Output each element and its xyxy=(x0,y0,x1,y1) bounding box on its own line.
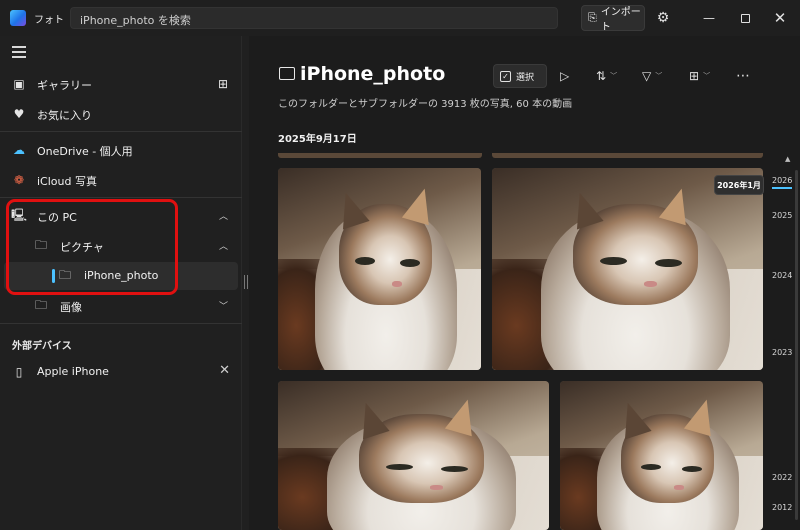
external-devices-heading: 外部デバイス xyxy=(12,341,72,352)
sidebar-item-label: Apple iPhone xyxy=(37,365,109,378)
import-icon: ⎘ xyxy=(588,11,597,24)
sidebar-item-onedrive[interactable]: ☁ OneDrive - 個人用 xyxy=(4,136,238,164)
gallery-icon: ▣ xyxy=(13,77,25,91)
photo-thumbnail[interactable] xyxy=(278,168,481,370)
photo-thumbnail[interactable] xyxy=(278,381,549,530)
sidebar: ▣ ギャラリー ⊞ ♥ お気に入り ☁ OneDrive - 個人用 ❁ iCl… xyxy=(0,36,242,530)
photo-thumbnail-partial[interactable] xyxy=(492,153,763,158)
photo-thumbnail[interactable] xyxy=(560,381,763,530)
select-label: 選択 xyxy=(516,72,535,83)
phone-icon: ▯ xyxy=(15,365,23,379)
sidebar-item-images[interactable]: 🗀 画像 ﹀ xyxy=(4,292,238,320)
timeline-position-marker xyxy=(772,187,792,189)
photo-thumbnail[interactable] xyxy=(492,168,763,370)
photos-window: フォト iPhone_photo を検索 ⎘ インポート ⚙ — ✕ ▣ ギャラ… xyxy=(0,0,800,530)
chevron-down-icon: ﹀ xyxy=(703,72,711,80)
photos-app-icon xyxy=(10,10,26,26)
timeline-year[interactable]: 2012 xyxy=(772,503,792,512)
chevron-up-icon[interactable]: ︿ xyxy=(219,209,228,222)
settings-icon[interactable]: ⚙ xyxy=(651,7,675,29)
filter-button[interactable]: ▽ ﹀ xyxy=(642,67,662,85)
icloud-icon: ❁ xyxy=(13,173,25,187)
scroll-up-icon[interactable]: ▲ xyxy=(785,155,790,163)
sort-icon: ⇅ xyxy=(596,69,607,83)
sidebar-item-gallery[interactable]: ▣ ギャラリー ⊞ xyxy=(4,70,238,98)
heart-icon: ♥ xyxy=(13,107,25,121)
slideshow-button[interactable]: ▷ xyxy=(560,67,569,85)
page-title: iPhone_photo xyxy=(300,63,446,85)
folder-icon xyxy=(279,67,295,80)
chevron-down-icon[interactable]: ﹀ xyxy=(219,299,228,312)
import-button[interactable]: ⎘ インポート xyxy=(581,5,645,33)
hamburger-menu-icon[interactable] xyxy=(12,46,26,58)
sidebar-item-label: ギャラリー xyxy=(37,79,92,92)
search-input[interactable]: iPhone_photo を検索 xyxy=(70,7,558,29)
onedrive-icon: ☁ xyxy=(13,143,25,157)
view-button[interactable]: ⊞ ﹀ xyxy=(689,67,710,85)
chevron-down-icon: ﹀ xyxy=(655,72,663,80)
title-bar: フォト iPhone_photo を検索 ⎘ インポート ⚙ — ✕ xyxy=(0,0,800,36)
add-folder-icon[interactable]: ⊞ xyxy=(216,77,230,91)
date-group-label: 2025年9月17日 xyxy=(278,134,357,145)
timeline-year[interactable]: 2025 xyxy=(772,211,792,220)
filter-icon: ▽ xyxy=(642,69,652,83)
more-options-icon[interactable]: ⋯ xyxy=(736,67,750,85)
app-title: フォト xyxy=(34,15,64,26)
folder-summary: このフォルダーとサブフォルダーの 3913 枚の写真, 60 本の動画 xyxy=(278,99,573,110)
checkbox-icon: ✓ xyxy=(500,70,511,82)
sidebar-item-favorites[interactable]: ♥ お気に入り xyxy=(4,100,238,128)
select-button[interactable]: ✓ 選択 xyxy=(493,64,547,88)
chevron-up-icon[interactable]: ︿ xyxy=(219,239,228,252)
sidebar-item-apple-iphone[interactable]: ▯ Apple iPhone ✕ xyxy=(4,358,238,386)
chevron-down-icon: ﹀ xyxy=(610,72,618,80)
vertical-scrollbar[interactable] xyxy=(795,170,798,520)
divider xyxy=(0,197,242,198)
timeline-year[interactable]: 2026 xyxy=(772,176,792,185)
import-label: インポート xyxy=(600,7,641,33)
close-icon[interactable]: ✕ xyxy=(219,363,230,378)
sidebar-item-label: お気に入り xyxy=(37,109,92,122)
timeline-year[interactable]: 2022 xyxy=(772,473,792,482)
timeline-year[interactable]: 2023 xyxy=(772,348,792,357)
sort-button[interactable]: ⇅ ﹀ xyxy=(596,67,617,85)
timeline-tooltip: 2026年1月 xyxy=(714,175,764,195)
grid-view-icon: ⊞ xyxy=(689,69,700,83)
divider xyxy=(0,323,242,324)
divider xyxy=(0,131,242,132)
sidebar-item-label: 画像 xyxy=(60,301,82,314)
minimize-icon[interactable]: — xyxy=(697,7,721,29)
timeline-year[interactable]: 2024 xyxy=(772,271,792,280)
sidebar-item-icloud[interactable]: ❁ iCloud 写真 xyxy=(4,166,238,194)
photo-thumbnail-partial[interactable] xyxy=(278,153,482,158)
close-icon[interactable]: ✕ xyxy=(768,7,792,29)
highlight-annotation xyxy=(6,199,178,295)
slideshow-icon: ▷ xyxy=(560,69,570,83)
maximize-icon[interactable] xyxy=(733,7,757,29)
sidebar-item-label: iCloud 写真 xyxy=(37,175,97,188)
pane-splitter[interactable] xyxy=(244,275,248,289)
folder-icon: 🗀 xyxy=(34,297,47,312)
sidebar-item-label: OneDrive - 個人用 xyxy=(37,145,133,158)
